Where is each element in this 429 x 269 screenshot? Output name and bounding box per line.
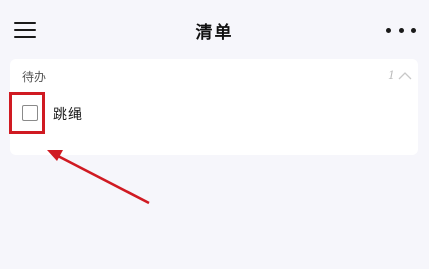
top-bar: 清单	[0, 0, 429, 60]
todo-item-text: 跳绳	[53, 107, 83, 123]
more-icon[interactable]	[386, 25, 416, 35]
section-label: 待办	[22, 70, 47, 84]
todo-checkbox[interactable]	[22, 105, 38, 121]
section-count: 1	[388, 69, 395, 82]
page-title: 清单	[195, 23, 234, 43]
todo-list-card: 待办 1 跳绳	[10, 59, 418, 155]
chevron-up-icon[interactable]	[398, 71, 412, 81]
